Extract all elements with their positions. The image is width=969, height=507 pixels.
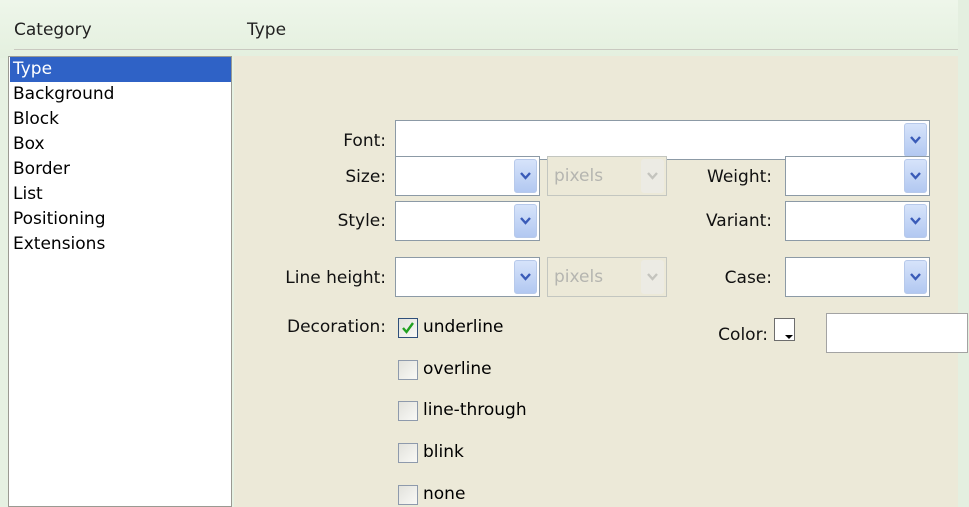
chevron-down-icon: [647, 172, 658, 180]
line-height-unit-select: pixels: [547, 257, 667, 297]
underline-checkbox[interactable]: [398, 318, 418, 338]
underline-label: underline: [423, 317, 504, 337]
dialog-border: [958, 0, 969, 507]
category-item-block[interactable]: Block: [10, 107, 231, 132]
font-dropdown-button[interactable]: [904, 123, 927, 157]
overline-label: overline: [423, 359, 492, 379]
category-item-positioning[interactable]: Positioning: [10, 207, 231, 232]
style-dropdown-button[interactable]: [514, 204, 537, 238]
color-label: Color:: [718, 325, 768, 345]
color-picker-button[interactable]: [774, 318, 795, 341]
weight-select[interactable]: [785, 156, 930, 196]
decoration-label: Decoration:: [287, 317, 386, 337]
chevron-down-icon: [910, 172, 921, 180]
line-through-checkbox[interactable]: [398, 401, 418, 421]
chevron-down-icon: [520, 172, 531, 180]
line-height-unit-dropdown-button: [641, 260, 664, 294]
none-checkbox[interactable]: [398, 485, 418, 505]
checkmark-icon: [402, 322, 414, 334]
none-label: none: [423, 484, 466, 504]
line-height-dropdown-button[interactable]: [514, 260, 537, 294]
color-field[interactable]: [826, 313, 968, 353]
chevron-down-icon: [910, 273, 921, 281]
category-item-border[interactable]: Border: [10, 157, 231, 182]
chevron-down-icon: [647, 273, 658, 281]
font-label: Font:: [343, 131, 386, 151]
variant-select[interactable]: [785, 201, 930, 241]
variant-dropdown-button[interactable]: [904, 204, 927, 238]
line-height-select[interactable]: [395, 257, 540, 297]
line-height-label: Line height:: [285, 268, 386, 288]
line-through-label: line-through: [423, 400, 527, 420]
size-label: Size:: [345, 167, 386, 187]
weight-label: Weight:: [707, 167, 772, 187]
category-item-type[interactable]: Type: [10, 57, 231, 82]
category-item-background[interactable]: Background: [10, 82, 231, 107]
size-select[interactable]: [395, 156, 540, 196]
font-select[interactable]: [395, 120, 930, 160]
header-divider: [14, 49, 958, 50]
category-item-list[interactable]: List: [10, 182, 231, 207]
style-select[interactable]: [395, 201, 540, 241]
case-select[interactable]: [785, 257, 930, 297]
overline-checkbox[interactable]: [398, 360, 418, 380]
chevron-down-icon: [520, 217, 531, 225]
category-list[interactable]: Type Background Block Box Border List Po…: [8, 56, 232, 507]
weight-dropdown-button[interactable]: [904, 159, 927, 193]
category-item-extensions[interactable]: Extensions: [10, 232, 231, 257]
case-dropdown-button[interactable]: [904, 260, 927, 294]
size-unit-select: pixels: [547, 156, 667, 196]
chevron-down-icon: [910, 217, 921, 225]
panel-title: Type: [247, 20, 287, 40]
size-dropdown-button[interactable]: [514, 159, 537, 193]
blink-label: blink: [423, 442, 464, 462]
category-item-box[interactable]: Box: [10, 132, 231, 157]
blink-checkbox[interactable]: [398, 443, 418, 463]
variant-label: Variant:: [705, 211, 772, 231]
category-heading: Category: [14, 20, 92, 40]
style-label: Style:: [337, 211, 386, 231]
chevron-down-icon: [910, 136, 921, 144]
chevron-down-icon: [520, 273, 531, 281]
size-unit-dropdown-button: [641, 159, 664, 193]
case-label: Case:: [724, 268, 772, 288]
